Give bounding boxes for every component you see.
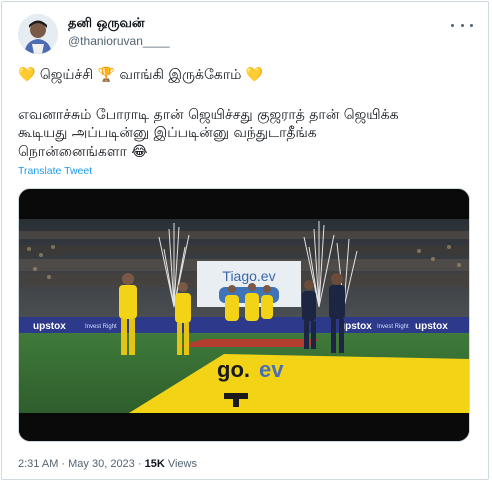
views-label: Views [167,458,197,470]
more-options-button[interactable] [451,18,473,32]
tweet-time[interactable]: 2:31 AM [18,458,58,470]
more-horizontal-icon-dot [460,23,464,27]
author-display-name[interactable]: தனி ஒருவன் [68,16,145,32]
tweet-date[interactable]: May 30, 2023 [68,458,135,470]
more-horizontal-icon-dot [470,23,473,27]
stadium-scene: Tiago.ev upstox upstox upstox Invest Rig… [19,189,469,441]
tweet-text-line: எவனாச்சும் போராடி தான் ஜெயிச்சது குஜராத்… [18,107,399,123]
translate-tweet-link[interactable]: Translate Tweet [18,165,92,177]
avatar-image [18,14,58,54]
meta-separator: · [58,458,69,470]
tweet-text-line: 💛 ஜெய்ச்சி 🏆 வாங்கி இருக்கோம் 💛 [18,67,264,83]
author-handle[interactable]: @thanioruvan____ [68,34,170,48]
meta-separator: · [134,458,145,470]
avatar[interactable] [18,14,58,54]
tweet-media-video[interactable]: Tiago.ev upstox upstox upstox Invest Rig… [18,188,470,442]
sponsor-board-text: Tiago.ev [222,268,275,284]
ad-board-subtext: Invest Right [377,324,409,330]
ground-branding-text: ev [259,357,284,382]
tweet-text-line: நொன்னைங்களா 😂 [18,144,148,160]
views-count: 15K [144,458,165,470]
ground-branding-text: go. [217,357,250,382]
more-horizontal-icon [451,23,454,27]
ad-board-subtext: Invest Right [85,324,117,330]
tweet-text-line: கூடியது அப்படின்னு இப்படின்னு வந்துடாதீங… [18,125,317,141]
tweet-meta: 2:31 AM · May 30, 2023 · 15K Views [18,458,197,470]
ad-board-text: upstox [33,321,66,332]
ad-board-text: upstox [415,321,448,332]
